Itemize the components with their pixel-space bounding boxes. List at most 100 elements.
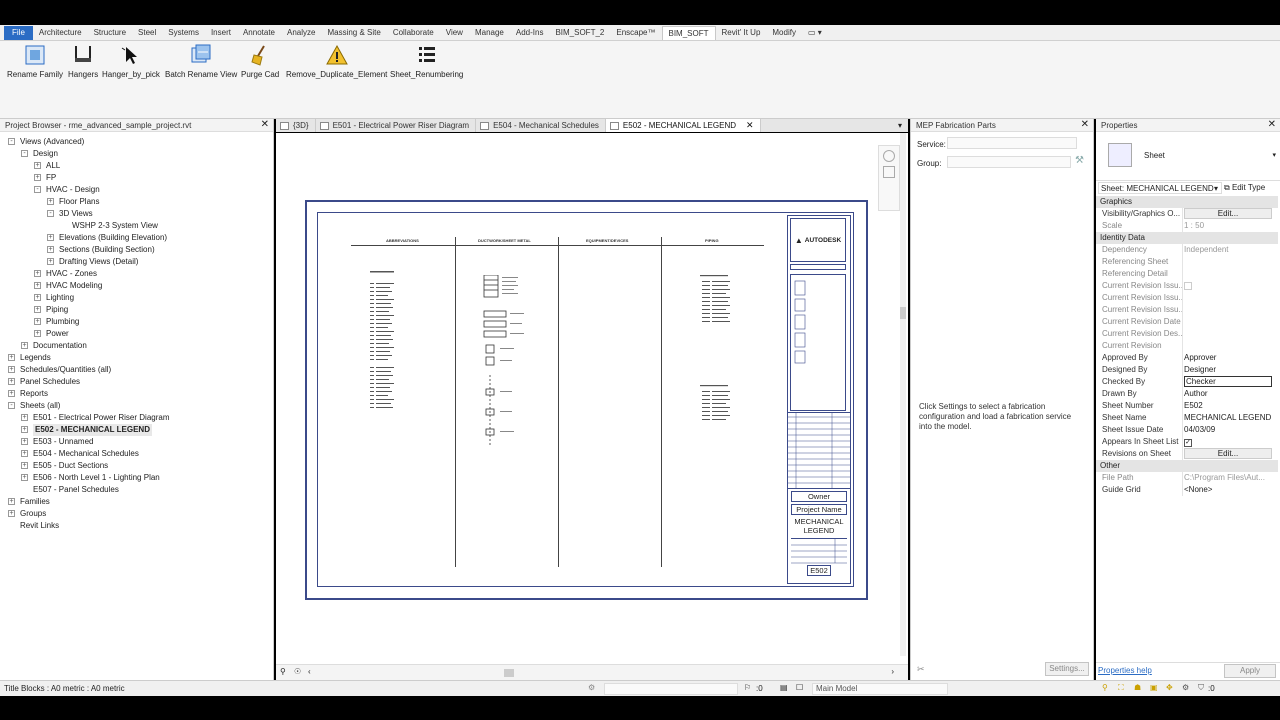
remove-duplicate-element-button[interactable]: Remove_Duplicate_Element [286,44,387,79]
close-tab-icon[interactable]: ✕ [746,119,754,132]
property-row[interactable]: File Path C:\Program Files\Aut... [1096,472,1278,484]
property-value[interactable]: E502 [1184,400,1272,412]
collapse-toggle-icon[interactable]: - [8,402,15,409]
expand-toggle-icon[interactable]: + [21,414,28,421]
select-underlay-icon[interactable]: ⛶ [1118,683,1124,693]
horizontal-scroll-thumb[interactable] [504,669,514,677]
tree-item[interactable]: Elevations (Building Elevation) [59,232,167,244]
property-row[interactable]: Approved By Approver [1096,352,1278,364]
collapse-toggle-icon[interactable]: - [21,150,28,157]
hangers-button[interactable]: Hangers [68,44,98,79]
property-value[interactable]: 04/03/09 [1184,424,1272,436]
tree-item[interactable]: E507 - Panel Schedules [33,484,119,496]
expand-toggle-icon[interactable]: + [8,498,15,505]
scroll-left-icon[interactable]: ‹ [308,667,311,676]
close-icon[interactable]: ✕ [261,119,269,131]
batch-rename-view-button[interactable]: Batch Rename View [165,44,237,79]
rename-family-button[interactable]: Rename Family [7,44,63,79]
tree-item[interactable]: Groups [20,508,46,520]
purge-cad-button[interactable]: Purge Cad [241,44,279,79]
tree-item[interactable]: WSHP 2-3 System View [72,220,158,232]
steering-wheel-icon[interactable] [883,150,895,162]
expand-toggle-icon[interactable]: + [34,282,41,289]
property-row[interactable]: Visibility/Graphics O... Edit... [1096,208,1278,220]
apply-button[interactable]: Apply [1224,664,1276,678]
tab-add-ins[interactable]: Add-Ins [510,26,550,40]
property-row[interactable]: Sheet Issue Date 04/03/09 [1096,424,1278,436]
tab-steel[interactable]: Steel [132,26,162,40]
property-value[interactable]: MECHANICAL LEGEND [1184,412,1272,424]
expand-toggle-icon[interactable]: + [34,306,41,313]
settings-wrench-icon[interactable]: ⚒ [1075,155,1084,166]
ribbon-options-icon[interactable]: ▭ ▾ [802,26,828,40]
tab-modify[interactable]: Modify [766,26,802,40]
tab-e502[interactable]: E502 - MECHANICAL LEGEND ✕ [605,119,761,132]
expand-toggle-icon[interactable]: + [21,342,28,349]
property-value[interactable]: Checker [1184,376,1272,387]
property-edit-button[interactable]: Edit... [1184,208,1272,219]
properties-help-link[interactable]: Properties help [1098,666,1152,675]
expand-toggle-icon[interactable]: + [47,246,54,253]
hanger-by-pick-button[interactable]: Hanger_by_pick [102,44,160,79]
property-row[interactable]: Referencing Sheet [1096,256,1278,268]
type-selector[interactable]: Sheet ▾ [1096,133,1280,181]
close-icon[interactable]: ✕ [1081,119,1089,131]
select-pinned-icon[interactable]: ☗ [1134,683,1141,692]
expand-toggle-icon[interactable]: + [8,390,15,397]
vertical-scrollbar[interactable] [900,133,906,656]
drag-elements-icon[interactable]: ✥ [1166,683,1173,692]
tree-item[interactable]: Design [33,148,58,160]
tree-item[interactable]: Sheets (all) [20,400,60,412]
tree-item[interactable]: Piping [46,304,68,316]
property-value[interactable]: Designer [1184,364,1272,376]
tree-item[interactable]: FP [46,172,56,184]
design-options-icon[interactable]: ▤ [780,683,788,692]
property-row[interactable]: Revisions on Sheet Edit... [1096,448,1278,460]
tab-analyze[interactable]: Analyze [281,26,321,40]
tree-item[interactable]: 3D Views [59,208,93,220]
tree-item[interactable]: HVAC - Design [46,184,100,196]
tree-item[interactable]: E505 - Duct Sections [33,460,108,472]
tab-3d-view[interactable]: {3D} [276,119,316,132]
workset-dropdown[interactable] [604,683,738,695]
expand-toggle-icon[interactable]: + [8,366,15,373]
editable-only-icon[interactable]: ⚐ [744,683,751,692]
drawing-canvas[interactable]: ABBREVIATIONS DUCTWORK/SHEET METAL EQUIP… [276,133,908,664]
tree-item[interactable]: Drafting Views (Detail) [59,256,138,268]
tree-item[interactable]: Plumbing [46,316,79,328]
property-row[interactable]: Current Revision Issu... [1096,280,1278,292]
navigation-bar[interactable] [878,145,900,211]
tab-annotate[interactable]: Annotate [237,26,281,40]
worksets-icon[interactable]: ⚙ [588,683,595,692]
close-icon[interactable]: ✕ [1268,119,1276,131]
expand-toggle-icon[interactable]: + [47,198,54,205]
tree-item[interactable]: Legends [20,352,51,364]
property-value[interactable]: Author [1184,388,1272,400]
tree-item[interactable]: E501 - Electrical Power Riser Diagram [33,412,170,424]
tab-file[interactable]: File [4,25,33,40]
property-row[interactable]: Guide Grid <None> [1096,484,1278,496]
tree-item[interactable]: E506 - North Level 1 - Lighting Plan [33,472,160,484]
tab-collaborate[interactable]: Collaborate [387,26,440,40]
sheet-renumbering-button[interactable]: Sheet_Renumbering [390,44,463,79]
properties-section-header[interactable]: Other [1096,460,1278,472]
group-dropdown[interactable] [947,156,1071,168]
tree-item[interactable]: Schedules/Quantities (all) [20,364,111,376]
expand-toggle-icon[interactable]: + [34,294,41,301]
tree-item[interactable]: Revit Links [20,520,59,532]
tab-list-icon[interactable]: ▾ [892,119,908,132]
tab-architecture[interactable]: Architecture [33,26,88,40]
chevron-down-icon[interactable]: ▾ [1272,151,1276,159]
tree-item[interactable]: Families [20,496,50,508]
expand-toggle-icon[interactable]: + [21,462,28,469]
property-row[interactable]: Current Revision Date [1096,316,1278,328]
expand-toggle-icon[interactable]: + [8,354,15,361]
tree-item[interactable]: Lighting [46,292,74,304]
tree-item[interactable]: Documentation [33,340,87,352]
expand-toggle-icon[interactable]: + [34,174,41,181]
design-option-dropdown[interactable]: Main Model [812,683,948,695]
tab-structure[interactable]: Structure [88,26,132,40]
tree-item[interactable]: E502 - MECHANICAL LEGEND [33,424,152,436]
property-row[interactable]: Current Revision Issu... [1096,292,1278,304]
expand-toggle-icon[interactable]: + [21,426,28,433]
